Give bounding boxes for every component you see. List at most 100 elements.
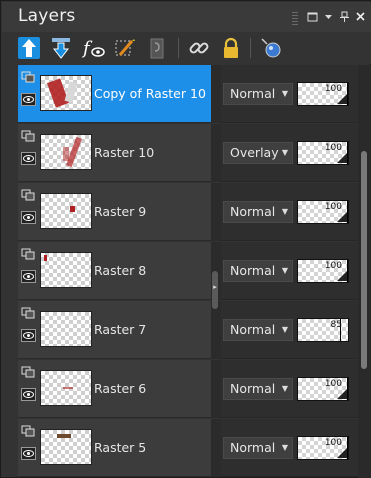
move-layer-down-icon[interactable] (48, 35, 74, 61)
column-splitter-handle[interactable]: ▸ (212, 271, 218, 309)
eye-icon[interactable] (21, 270, 36, 283)
layer-name: Raster 6 (94, 381, 147, 396)
layer-group-icon[interactable] (21, 130, 36, 143)
blend-mode-value: Normal (230, 263, 276, 278)
layer-properties-cell: Normal ▼ 85 (221, 301, 358, 359)
layer-thumbnail (40, 370, 92, 406)
layer-name-cell[interactable]: Raster 5 (18, 419, 211, 477)
layer-name-cell[interactable]: Raster 10 (18, 124, 211, 182)
layer-controls (21, 248, 37, 292)
opacity-wedge-icon (337, 448, 347, 458)
dropdown-arrow-icon: ▼ (281, 325, 288, 334)
blend-mode-select[interactable]: Normal ▼ (223, 378, 293, 400)
layer-name: Copy of Raster 10 (94, 86, 206, 101)
blend-mode-value: Normal (230, 381, 276, 396)
eye-icon[interactable] (21, 388, 36, 401)
layer-row[interactable]: Raster 9 Normal ▼ 100 (2, 183, 358, 241)
layer-name: Raster 7 (94, 322, 147, 337)
blend-mode-select[interactable]: Normal ▼ (223, 319, 293, 341)
layer-group-icon[interactable] (21, 425, 36, 438)
layer-group-icon[interactable] (21, 307, 36, 320)
layer-properties-cell: Normal ▼ 100 (221, 419, 358, 477)
column-divider (211, 124, 221, 182)
opacity-wedge-icon (337, 389, 347, 399)
layer-thumbnail (40, 134, 92, 170)
opacity-slider[interactable]: 100 (297, 436, 349, 460)
opacity-wedge-icon (337, 212, 347, 222)
layer-list: Copy of Raster 10 Normal ▼ 100 Raster 10 Over… (2, 65, 358, 478)
opacity-wedge-icon (337, 94, 347, 104)
lock-icon[interactable] (218, 35, 244, 61)
panel-titlebar[interactable]: Layers (2, 2, 371, 32)
column-divider (211, 183, 221, 241)
layer-name-cell[interactable]: Raster 6 (18, 360, 211, 418)
opacity-slider[interactable]: 100 (297, 377, 349, 401)
blend-mode-select[interactable]: Normal ▼ (223, 260, 293, 282)
column-divider (211, 301, 221, 359)
layer-group-icon[interactable] (21, 248, 36, 261)
layer-group-icon[interactable] (21, 71, 36, 84)
layer-thumbnail (40, 75, 92, 111)
layer-group-icon[interactable] (21, 366, 36, 379)
blend-mode-select[interactable]: Normal ▼ (223, 201, 293, 223)
layer-properties-cell: Overlay ▼ 100 (221, 124, 358, 182)
layer-controls (21, 366, 37, 410)
dropdown-arrow-icon[interactable] (322, 10, 335, 23)
layer-name: Raster 9 (94, 204, 147, 219)
layer-thumbnail (40, 311, 92, 347)
blend-mode-select[interactable]: Normal ▼ (223, 437, 293, 459)
layer-row[interactable]: Raster 6 Normal ▼ 100 (2, 360, 358, 418)
layer-row[interactable]: Raster 5 Normal ▼ 100 (2, 419, 358, 477)
opacity-wedge-icon (337, 153, 347, 163)
layers-toolbar: f (2, 32, 371, 64)
layer-name-cell[interactable]: Copy of Raster 10 (18, 65, 211, 123)
toolbar-separator (250, 38, 251, 58)
layer-name: Raster 10 (94, 145, 155, 160)
layer-name-cell[interactable]: Raster 9 (18, 183, 211, 241)
opacity-value: 85 (330, 320, 342, 330)
link-icon[interactable] (186, 35, 212, 61)
layer-name-cell[interactable]: Raster 7 (18, 301, 211, 359)
column-divider (211, 65, 221, 123)
edit-selection-icon[interactable] (112, 35, 138, 61)
move-layer-up-icon[interactable] (16, 35, 42, 61)
eye-icon[interactable] (21, 211, 36, 224)
eye-icon[interactable] (21, 447, 36, 460)
scroll-thumb[interactable] (361, 151, 367, 369)
lock-transparency-icon[interactable] (144, 35, 170, 61)
eye-icon[interactable] (21, 152, 36, 165)
dropdown-arrow-icon: ▼ (281, 148, 288, 157)
opacity-value: 100 (324, 143, 342, 153)
eye-icon[interactable] (21, 329, 36, 342)
layer-name-cell[interactable]: Raster 8 (18, 242, 211, 300)
mask-icon[interactable] (258, 35, 284, 61)
layer-row[interactable]: Raster 7 Normal ▼ 85 (2, 301, 358, 359)
opacity-slider[interactable]: 100 (297, 141, 349, 165)
opacity-value: 100 (324, 202, 342, 212)
eye-icon[interactable] (21, 93, 36, 106)
opacity-slider[interactable]: 100 (297, 82, 349, 106)
layer-group-icon[interactable] (21, 189, 36, 202)
opacity-slider[interactable]: 100 (297, 200, 349, 224)
blend-mode-select[interactable]: Normal ▼ (223, 83, 293, 105)
layer-controls (21, 307, 37, 351)
layer-name: Raster 8 (94, 263, 147, 278)
blend-mode-select[interactable]: Overlay ▼ (223, 142, 293, 164)
layer-row[interactable]: Copy of Raster 10 Normal ▼ 100 (2, 65, 358, 123)
layer-row[interactable]: Raster 10 Overlay ▼ 100 (2, 124, 358, 182)
toolbar-separator (178, 38, 179, 58)
opacity-slider[interactable]: 100 (297, 259, 349, 283)
restore-icon[interactable] (306, 10, 319, 23)
opacity-value: 100 (324, 379, 342, 389)
layer-thumbnail (40, 193, 92, 229)
pin-icon[interactable] (338, 10, 351, 23)
visibility-eye-icon[interactable]: f (80, 35, 106, 61)
layer-row[interactable]: Raster 8 Normal ▼ 100 (2, 242, 358, 300)
layer-properties-cell: Normal ▼ 100 (221, 183, 358, 241)
drag-grip[interactable] (292, 11, 298, 25)
close-icon[interactable] (354, 10, 367, 23)
layer-properties-cell: Normal ▼ 100 (221, 242, 358, 300)
vertical-scrollbar[interactable] (358, 65, 371, 478)
blend-mode-value: Normal (230, 204, 276, 219)
opacity-slider[interactable]: 85 (297, 318, 349, 342)
